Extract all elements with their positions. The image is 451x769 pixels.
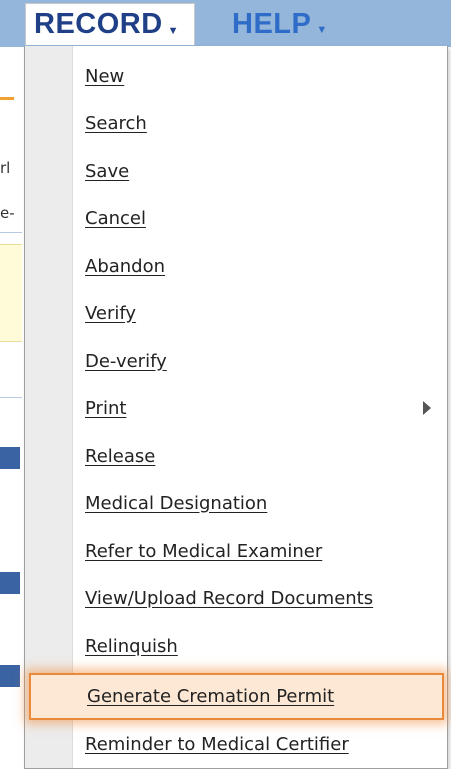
background-divider <box>0 397 22 398</box>
menu-item-generate-cremation-permit[interactable]: Generate Cremation Permit <box>87 681 334 711</box>
menu-item-refer-to-medical-examiner[interactable]: Refer to Medical Examiner <box>85 536 322 566</box>
menu-item-reminder-to-medical-certifier[interactable]: Reminder to Medical Certifier <box>85 729 349 759</box>
background-header-bar <box>0 665 20 687</box>
menu-icon-gutter <box>25 46 73 768</box>
menu-item-view-upload-record-documents[interactable]: View/Upload Record Documents <box>85 583 373 613</box>
record-menu-button[interactable]: RECORD ▼ <box>25 3 195 45</box>
background-text: e- <box>0 204 15 222</box>
menu-item-medical-designation[interactable]: Medical Designation <box>85 488 267 518</box>
background-header-bar <box>0 447 20 469</box>
app-window: RECORD ▼ HELP ▼ rl e- New Search Save Ca… <box>0 0 451 769</box>
help-menu-label: HELP <box>232 7 312 40</box>
menu-item-verify[interactable]: Verify <box>85 298 136 328</box>
background-accent <box>0 97 14 100</box>
background-header-bar <box>0 572 20 594</box>
background-divider <box>0 232 22 233</box>
menu-item-release[interactable]: Release <box>85 441 155 471</box>
submenu-arrow-icon <box>423 401 431 415</box>
record-menu-label: RECORD <box>34 8 163 40</box>
menu-item-relinquish[interactable]: Relinquish <box>85 631 178 661</box>
menu-bar: RECORD ▼ HELP ▼ <box>0 0 451 47</box>
background-page: rl e- <box>0 47 25 769</box>
chevron-down-icon: ▼ <box>167 24 180 37</box>
menu-item-search[interactable]: Search <box>85 108 147 138</box>
menu-item-cancel[interactable]: Cancel <box>85 203 146 233</box>
menu-item-abandon[interactable]: Abandon <box>85 251 165 281</box>
background-panel <box>0 244 22 342</box>
background-text: rl <box>0 159 11 177</box>
record-dropdown-menu: New Search Save Cancel Abandon Verify De… <box>24 46 448 769</box>
menu-item-new[interactable]: New <box>85 61 124 91</box>
help-menu-button[interactable]: HELP ▼ <box>232 3 328 45</box>
chevron-down-icon: ▼ <box>316 24 328 36</box>
menu-item-save[interactable]: Save <box>85 156 129 186</box>
menu-item-print[interactable]: Print <box>85 393 126 423</box>
menu-item-de-verify[interactable]: De-verify <box>85 346 167 376</box>
